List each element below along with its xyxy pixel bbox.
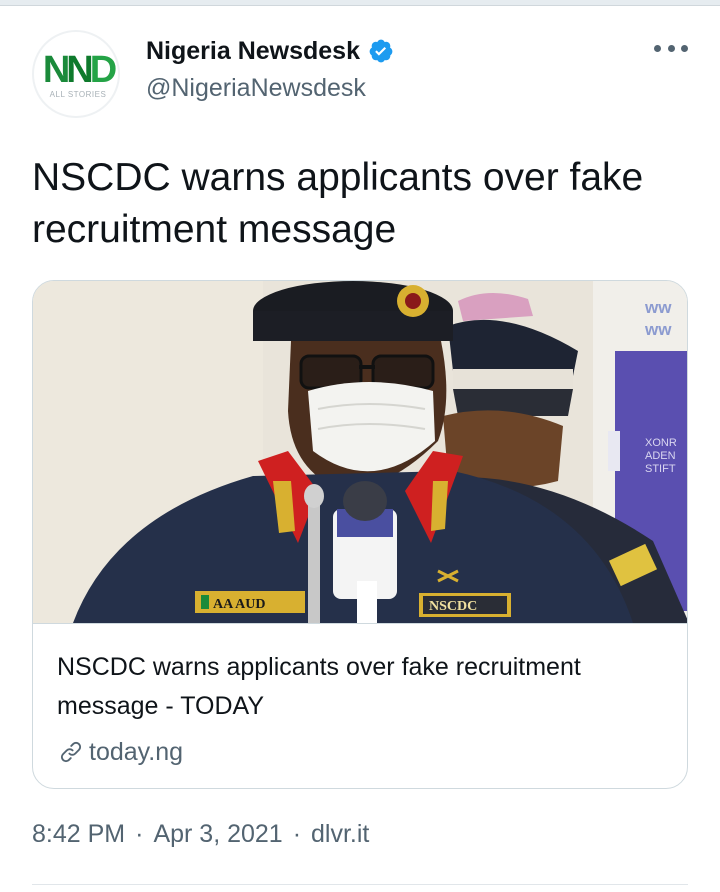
- card-domain-text[interactable]: today.ng: [89, 738, 183, 767]
- avatar[interactable]: NND ALL STORIES: [32, 30, 120, 118]
- tweet-date[interactable]: Apr 3, 2021: [153, 820, 282, 849]
- card-meta[interactable]: NSCDC warns applicants over fake recruit…: [33, 623, 687, 788]
- author-display-name[interactable]: Nigeria Newsdesk: [146, 37, 360, 66]
- more-dot: [654, 44, 661, 52]
- meta-separator: ·: [135, 820, 144, 848]
- name-tag-text: AA AUD: [213, 597, 266, 612]
- link-icon: [60, 741, 82, 763]
- more-options-icon[interactable]: [654, 38, 688, 58]
- card-image[interactable]: XONR ADEN STIFT ww ww AA AUD NSCDC: [33, 281, 687, 623]
- more-dot: [681, 44, 688, 52]
- author-name-row[interactable]: Nigeria Newsdesk: [146, 34, 394, 68]
- tweet-meta: 8:42 PM · Apr 3, 2021 · dlvr.it: [32, 820, 369, 849]
- link-card[interactable]: XONR ADEN STIFT ww ww AA AUD NSCDC NSCDC…: [32, 280, 688, 789]
- avatar-logo-letter: N: [42, 49, 71, 91]
- tweet-time[interactable]: 8:42 PM: [32, 820, 125, 849]
- author-handle[interactable]: @NigeriaNewsdesk: [146, 74, 366, 103]
- verified-badge-icon: [369, 39, 393, 63]
- banner-text: ADEN: [645, 450, 676, 462]
- top-divider: [0, 0, 720, 6]
- card-title[interactable]: NSCDC warns applicants over fake recruit…: [57, 648, 657, 726]
- card-photo: XONR ADEN STIFT ww ww AA AUD NSCDC: [33, 281, 687, 623]
- backdrop-text: ww: [644, 320, 672, 339]
- badge-text: NSCDC: [429, 599, 477, 614]
- meta-separator: ·: [292, 820, 302, 848]
- banner-text: XONR: [645, 437, 677, 449]
- card-domain[interactable]: today.ng: [57, 736, 183, 768]
- more-dot: [667, 44, 675, 52]
- avatar-logo-letter: D: [89, 49, 118, 91]
- bottom-divider: [32, 884, 688, 885]
- avatar-logo: NND: [34, 49, 118, 91]
- avatar-subtext: ALL STORIES: [49, 90, 107, 99]
- banner-text: STIFT: [645, 463, 676, 475]
- avatar-logo-letter: N: [66, 49, 94, 91]
- tweet-source[interactable]: dlvr.it: [311, 820, 369, 849]
- tweet-header: NND ALL STORIES Nigeria Newsdesk @Nigeri…: [32, 30, 688, 120]
- backdrop-text: ww: [644, 298, 672, 317]
- tweet-text: NSCDC warns applicants over fake recruit…: [32, 156, 644, 251]
